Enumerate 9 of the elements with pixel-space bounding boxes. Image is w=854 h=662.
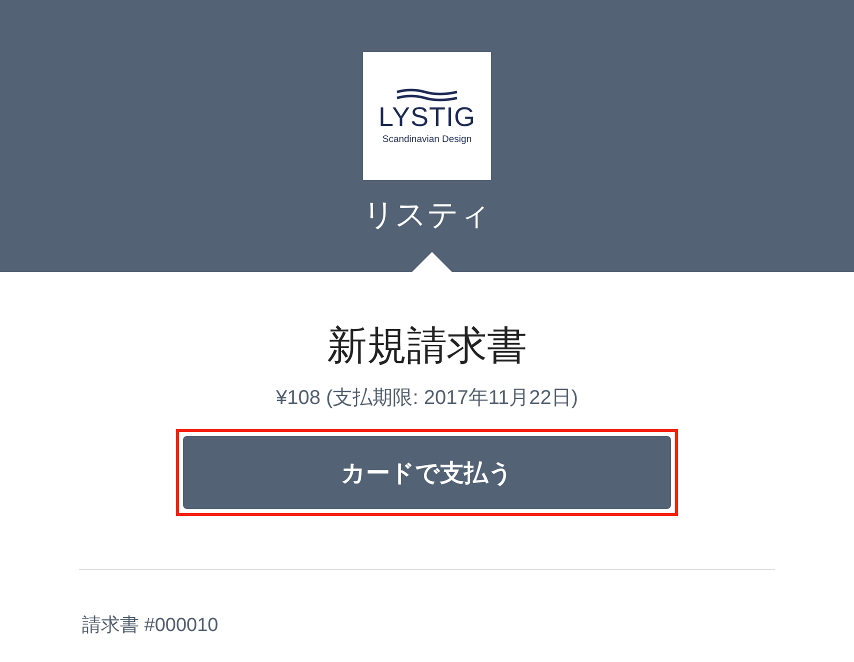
pointer-notch (412, 252, 452, 272)
waves-icon (395, 88, 459, 102)
invoice-number: 請求書 #000010 (82, 614, 218, 638)
pay-button[interactable]: カードで支払う (183, 436, 671, 509)
invoice-title: 新規請求書 (327, 324, 527, 368)
logo-wordmark: LYSTIG (378, 104, 476, 130)
amount-due: ¥108 (支払期限: 2017年11月22日) (276, 386, 578, 411)
logo-tagline: Scandinavian Design (382, 134, 472, 144)
store-name: リスティ (363, 196, 491, 234)
